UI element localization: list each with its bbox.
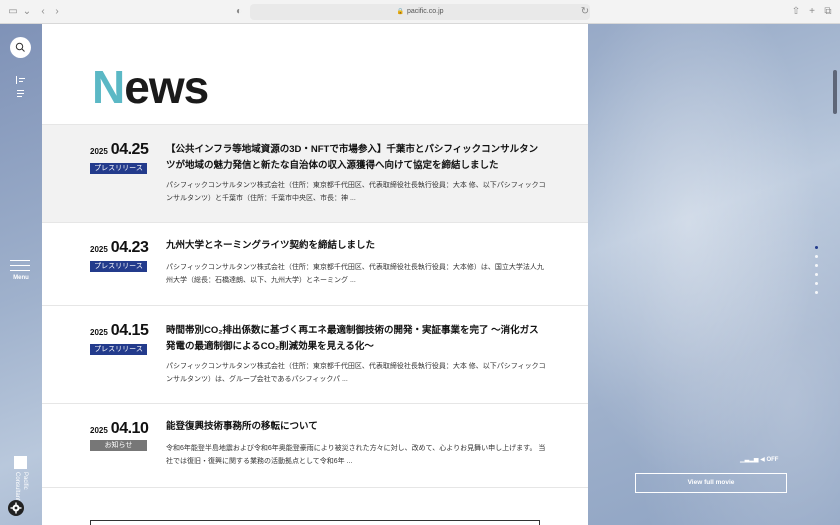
sidebar-icon[interactable]: ▭ (6, 5, 20, 19)
news-date: 2025 04.23 (90, 239, 149, 257)
tabs-icon[interactable]: ⧉ (821, 5, 835, 19)
url-text: pacific.co.jp (406, 8, 444, 15)
company-logo-text: Pacific Consultants (14, 472, 28, 504)
news-excerpt: 令和6年能登半島地震および令和6年奥能登豪雨により被災された方々に対し、改めて、… (166, 445, 546, 465)
news-headline[interactable]: 能登復興技術事務所の移転について (166, 419, 546, 435)
news-item[interactable]: 2025 04.23 プレスリリース 九州大学とネーミングライツ契約を締結しました… (42, 222, 588, 305)
pager-dot[interactable] (815, 246, 818, 249)
news-item[interactable]: 2025 04.25 プレスリリース 【公共インフラ等地域資源の3D・NFTで市場… (42, 124, 588, 222)
address-bar[interactable]: 🔒 pacific.co.jp (250, 4, 590, 20)
news-date: 2025 04.25 (90, 141, 149, 159)
news-panel: News 2025 04.25 プレスリリース 【公共インフラ等地域資源の3D・N… (42, 24, 588, 525)
shield-icon[interactable]: ◐ (232, 5, 246, 19)
news-date: 2025 04.15 (90, 322, 149, 340)
reload-icon[interactable]: ↻ (578, 5, 592, 19)
page-scrollbar[interactable] (833, 70, 837, 114)
news-year: 2025 (90, 426, 108, 435)
pager-dot[interactable] (815, 255, 818, 258)
category-badge: プレスリリース (90, 261, 147, 272)
section-pager (814, 246, 820, 300)
document-icon[interactable] (16, 89, 26, 97)
news-month-day: 04.10 (110, 420, 149, 437)
news-excerpt: パシフィックコンサルタンツ株式会社（住所：東京都千代田区、代表取締役社長執行役員… (166, 363, 546, 383)
pager-dot[interactable] (815, 273, 818, 276)
page-title: News (92, 60, 209, 114)
audio-toggle[interactable]: ▁▃▂▅ ◀ OFF (740, 456, 778, 463)
pager-dot[interactable] (815, 282, 818, 285)
news-excerpt: パシフィックコンサルタンツ株式会社（住所：東京都千代田区、代表取締役社長執行役員… (166, 182, 546, 202)
page-title-rest: ews (124, 61, 209, 113)
news-headline[interactable]: 【公共インフラ等地域資源の3D・NFTで市場参入】千葉市とパシフィックコンサルタ… (166, 142, 546, 174)
view-full-movie-button[interactable]: View full movie (635, 473, 787, 493)
news-month-day: 04.25 (110, 141, 149, 158)
settings-button[interactable] (8, 500, 24, 516)
forward-icon[interactable]: › (50, 5, 64, 19)
company-logo-mark[interactable] (14, 456, 27, 469)
chevron-down-icon[interactable]: ⌄ (20, 5, 34, 19)
news-year: 2025 (90, 328, 108, 337)
side-nav: Menu Pacific Consultants (0, 24, 42, 525)
menu-button[interactable]: Menu (10, 260, 32, 281)
equalizer-icon: ▁▃▂▅ (740, 457, 759, 463)
lock-icon: 🔒 (396, 9, 404, 15)
news-headline[interactable]: 時間帯別CO₂排出係数に基づく再エネ最適制御技術の開発・実証事業を完了 〜消化ガ… (166, 323, 546, 355)
list-icon[interactable] (16, 76, 26, 84)
news-date: 2025 04.10 (90, 420, 149, 438)
news-excerpt: パシフィックコンサルタンツ株式会社（住所：東京都千代田区、代表取締役社長執行役員… (166, 264, 544, 284)
news-month-day: 04.23 (110, 239, 149, 256)
news-item[interactable]: 2025 04.15 プレスリリース 時間帯別CO₂排出係数に基づく再エネ最適制御… (42, 305, 588, 403)
news-item[interactable]: 2025 04.10 お知らせ 能登復興技術事務所の移転について 令和6年能登半島… (42, 403, 588, 487)
hamburger-icon (10, 260, 32, 271)
speaker-icon: ◀ (760, 457, 765, 463)
category-badge: プレスリリース (90, 344, 147, 355)
new-tab-icon[interactable]: + (805, 5, 819, 19)
pager-dot[interactable] (815, 264, 818, 267)
search-button[interactable] (10, 37, 31, 58)
news-month-day: 04.15 (110, 322, 149, 339)
news-year: 2025 (90, 147, 108, 156)
gear-icon (10, 502, 22, 514)
browser-toolbar: ▭ ⌄ ‹ › ◐ 🔒 pacific.co.jp ↻ ⇧ + ⧉ (0, 0, 840, 24)
category-badge: お知らせ (90, 440, 147, 451)
audio-status: OFF (766, 457, 779, 463)
more-button[interactable] (90, 520, 540, 525)
share-icon[interactable]: ⇧ (789, 5, 803, 19)
pager-dot[interactable] (815, 291, 818, 294)
news-headline[interactable]: 九州大学とネーミングライツ契約を締結しました (166, 238, 546, 254)
page-title-accent: N (92, 61, 125, 113)
back-icon[interactable]: ‹ (36, 5, 50, 19)
search-icon (15, 42, 25, 52)
category-badge: プレスリリース (90, 163, 147, 174)
news-year: 2025 (90, 245, 108, 254)
menu-label: Menu (13, 275, 29, 281)
